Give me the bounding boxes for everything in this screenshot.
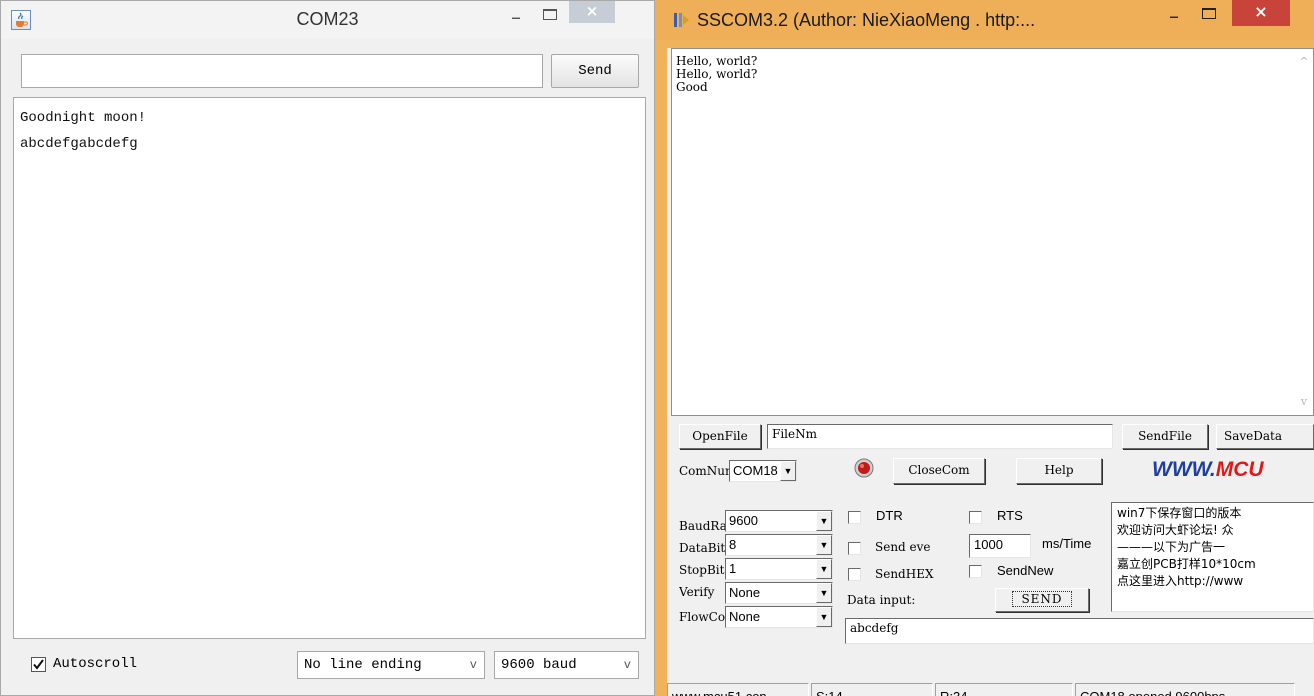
- advertisement-box[interactable]: win7下保存窗口的版本 欢迎访问大虾论坛! 众 ———以下为广告一 嘉立创PC…: [1111, 502, 1314, 612]
- stopbits-value: 1: [729, 561, 737, 576]
- close-button[interactable]: ×: [569, 1, 615, 23]
- minimize-button[interactable]: –: [501, 7, 531, 31]
- data-input-field[interactable]: abcdefg: [845, 618, 1314, 644]
- databits-value: 8: [729, 537, 737, 552]
- status-port: COM18 opened 9600bps: [1075, 683, 1295, 696]
- comnum-label: ComNum: [679, 464, 737, 478]
- help-button[interactable]: Help: [1016, 458, 1102, 484]
- receive-scrollbar[interactable]: ^ v: [1295, 49, 1313, 415]
- comnum-select[interactable]: COM18 ▼: [729, 460, 797, 482]
- interval-unit-label: ms/Time: [1042, 536, 1092, 551]
- sscom-client-area: Hello, world? Hello, world? Good ^ v Ope…: [667, 48, 1314, 696]
- autoscroll-checkbox[interactable]: [31, 657, 46, 672]
- verify-select[interactable]: None ▼: [725, 582, 833, 604]
- scroll-down-icon[interactable]: v: [1295, 393, 1313, 411]
- receive-line: Hello, world?: [676, 54, 758, 68]
- flowcontrol-value: None: [729, 609, 761, 624]
- send-data-button[interactable]: SEND: [995, 588, 1089, 612]
- serial-monitor-title-bar[interactable]: COM23 – ×: [1, 1, 654, 39]
- filename-field[interactable]: FileNm: [767, 424, 1113, 449]
- output-line: abcdefgabcdefg: [20, 136, 138, 152]
- baudrate-label: BaudRate: [679, 519, 727, 533]
- maximize-icon: [1202, 8, 1216, 19]
- dropdown-arrow-icon: ▼: [816, 607, 832, 627]
- dropdown-arrow-icon: ▼: [816, 511, 832, 531]
- maximize-button[interactable]: [1194, 4, 1224, 28]
- send-data-label: SEND: [1012, 591, 1072, 607]
- chevron-down-icon: v: [623, 658, 631, 672]
- rts-label: RTS: [997, 508, 1023, 523]
- ad-line: 欢迎访问大虾论坛! 众: [1117, 523, 1234, 537]
- databits-select[interactable]: 8 ▼: [725, 534, 833, 556]
- scroll-up-icon[interactable]: ^: [1295, 53, 1313, 71]
- stopbits-select[interactable]: 1 ▼: [725, 558, 833, 580]
- rts-checkbox[interactable]: [969, 511, 982, 524]
- output-line: Goodnight moon!: [20, 110, 147, 126]
- send-every-checkbox[interactable]: [848, 542, 861, 555]
- receive-line: Good: [676, 80, 708, 94]
- openfile-button[interactable]: OpenFile: [679, 424, 761, 449]
- send-every-label: Send eve: [875, 540, 931, 554]
- verify-value: None: [729, 585, 761, 600]
- resize-grip-icon[interactable]: [1295, 691, 1311, 696]
- status-received-count: R:34: [935, 683, 1073, 696]
- verify-label: Verify: [679, 585, 715, 599]
- dropdown-arrow-icon: ▼: [780, 461, 796, 481]
- logo-red-text: MCU: [1215, 458, 1264, 481]
- receive-line: Hello, world?: [676, 67, 758, 81]
- mcu-logo: WWW.MCU: [1152, 458, 1264, 482]
- data-input-label: Data input:: [847, 593, 916, 607]
- maximize-icon: [543, 9, 557, 20]
- serial-send-input[interactable]: [21, 54, 543, 88]
- ad-line: 点这里进入http://www: [1117, 574, 1244, 588]
- dtr-checkbox[interactable]: [848, 511, 861, 524]
- line-ending-value: No line ending: [304, 657, 422, 673]
- serial-output-area[interactable]: Goodnight moon! abcdefgabcdefg: [13, 97, 646, 639]
- dropdown-arrow-icon: ▼: [816, 535, 832, 555]
- status-sent-count: S:14: [811, 683, 933, 696]
- closecom-button[interactable]: CloseCom: [893, 458, 985, 484]
- stopbits-label: StopBits: [679, 563, 727, 577]
- sscom-app-icon: [673, 11, 691, 29]
- ad-line: win7下保存窗口的版本: [1117, 506, 1242, 520]
- sendhex-label: SendHEX: [875, 567, 934, 581]
- savedata-button[interactable]: SaveData: [1216, 424, 1314, 449]
- status-site: www.mcu51.con: [667, 683, 809, 696]
- serial-monitor-window: COM23 – × Send Goodnight moon! abcdefgab…: [0, 0, 655, 696]
- baudrate-value: 9600: [729, 513, 758, 528]
- dropdown-arrow-icon: ▼: [816, 559, 832, 579]
- sscom-title-bar[interactable]: SSCOM3.2 (Author: NieXiaoMeng . http:...…: [655, 0, 1314, 40]
- flowcontrol-select[interactable]: None ▼: [725, 606, 833, 628]
- line-ending-select[interactable]: No line ending v: [297, 651, 485, 679]
- receive-area[interactable]: Hello, world? Hello, world? Good ^ v: [671, 48, 1314, 416]
- minimize-button[interactable]: –: [1159, 6, 1189, 30]
- baudrate-select[interactable]: 9600 ▼: [725, 510, 833, 532]
- send-button[interactable]: Send: [551, 54, 639, 88]
- baud-rate-value: 9600 baud: [501, 657, 577, 673]
- flowcontrol-label: FlowControl: [679, 610, 727, 624]
- close-button[interactable]: ×: [1232, 0, 1290, 26]
- ad-line: ———以下为广告一: [1117, 540, 1226, 554]
- sendnew-checkbox[interactable]: [969, 565, 982, 578]
- ad-line: 嘉立创PCB打样10*10cm: [1117, 557, 1256, 571]
- sscom-title: SSCOM3.2 (Author: NieXiaoMeng . http:...: [697, 10, 1036, 30]
- sendfile-button[interactable]: SendFile: [1122, 424, 1208, 449]
- interval-input[interactable]: 1000: [969, 534, 1031, 558]
- baud-rate-select[interactable]: 9600 baud v: [494, 651, 639, 679]
- logo-blue-text: WWW.: [1152, 458, 1216, 481]
- autoscroll-label[interactable]: Autoscroll: [53, 656, 137, 672]
- serial-monitor-bottom-bar: Autoscroll No line ending v 9600 baud v: [1, 646, 654, 695]
- comnum-value: COM18: [733, 463, 778, 478]
- dropdown-arrow-icon: ▼: [816, 583, 832, 603]
- checkmark-icon: [33, 659, 44, 670]
- sendhex-checkbox[interactable]: [848, 568, 861, 581]
- chevron-down-icon: v: [469, 658, 477, 672]
- databits-label: DataBits: [679, 541, 727, 555]
- dtr-label: DTR: [876, 508, 903, 523]
- record-icon: [854, 458, 874, 478]
- sendnew-label: SendNew: [997, 563, 1054, 578]
- sscom-window: SSCOM3.2 (Author: NieXiaoMeng . http:...…: [655, 0, 1314, 696]
- maximize-button[interactable]: [535, 5, 565, 29]
